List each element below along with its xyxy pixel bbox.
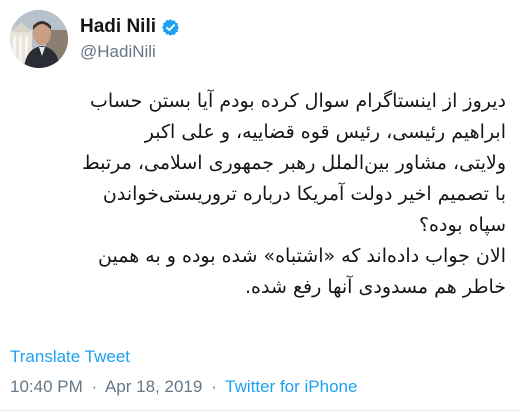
user-names: Hadi Nili @HadiNili <box>80 16 180 62</box>
tweet-date[interactable]: Apr 18, 2019 <box>105 377 202 396</box>
tweet-meta: 10:40 PM · Apr 18, 2019 · Twitter for iP… <box>10 377 357 397</box>
tweet-source-link[interactable]: Twitter for iPhone <box>225 377 357 396</box>
tweet-line: دیروز از اینستاگرام سوال کرده بودم آیا ب… <box>90 90 506 112</box>
tweet-line: ابراهیم رئیسی، رئیس قوه قضاییه، و علی اک… <box>144 121 506 143</box>
tweet-line: خاطر هم مسدودی آنها رفع شده. <box>245 276 506 298</box>
tweet-line: سپاه بوده؟ <box>418 214 506 236</box>
tweet-line: ولایتی، مشاور بین‌الملل رهبر جمهوری اسلا… <box>82 152 506 174</box>
avatar[interactable] <box>10 10 68 68</box>
meta-separator: · <box>91 377 98 396</box>
display-name[interactable]: Hadi Nili <box>80 16 156 38</box>
profile-photo-icon <box>10 10 68 68</box>
name-row: Hadi Nili <box>80 16 180 38</box>
divider <box>0 410 520 411</box>
user-handle[interactable]: @HadiNili <box>80 42 180 62</box>
tweet-line: با تصمیم اخیر دولت آمریکا درباره تروریست… <box>102 183 506 205</box>
tweet-time[interactable]: 10:40 PM <box>10 377 83 396</box>
tweet-header: Hadi Nili @HadiNili <box>10 8 180 70</box>
tweet-text: دیروز از اینستاگرام سوال کرده بودم آیا ب… <box>10 86 506 303</box>
tweet-line: الان جواب داده‌اند که «اشتباه» شده بوده … <box>98 245 506 267</box>
translate-tweet-link[interactable]: Translate Tweet <box>10 347 130 367</box>
meta-separator: · <box>211 377 217 396</box>
verified-badge-icon <box>161 18 180 37</box>
